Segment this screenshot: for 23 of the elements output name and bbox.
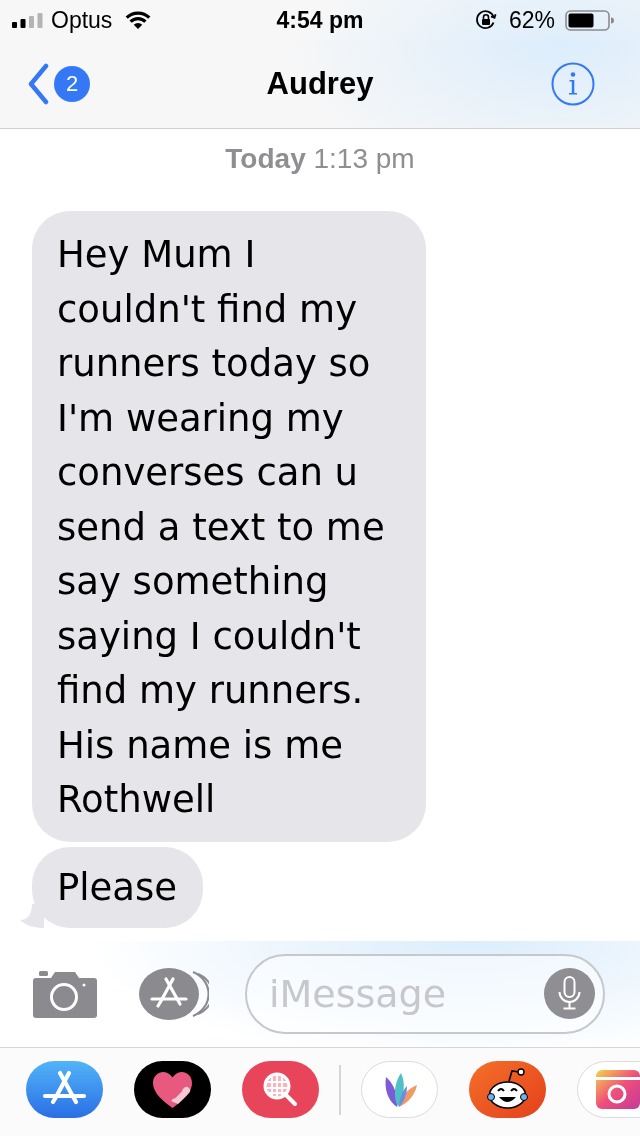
camera-frame-icon[interactable] [577, 1061, 640, 1118]
wifi-icon [124, 10, 153, 30]
laughing-face-icon[interactable] [469, 1061, 546, 1118]
unread-count-badge: 2 [54, 66, 90, 102]
back-button[interactable]: 2 [24, 61, 92, 107]
message-bubble: Hey Mum I couldn't find my runners today so I'm wearing my converses can u send a text to me say something saying I couldn't find my runners. His name is me Rothwell [32, 211, 426, 842]
contact-name: Audrey [266, 66, 374, 102]
signal-icon [12, 12, 43, 28]
status-time: 4:54 pm [276, 6, 364, 34]
rotation-lock-icon [474, 9, 497, 31]
globe-search-icon[interactable] [242, 1061, 319, 1118]
chevron-left-icon [26, 63, 50, 105]
apps-icon[interactable] [139, 968, 209, 1020]
info-icon[interactable] [551, 62, 595, 106]
carrier-name: Optus [51, 6, 113, 34]
app-store-icon[interactable] [26, 1061, 103, 1118]
microphone-icon[interactable] [544, 968, 595, 1019]
battery-icon [565, 9, 614, 31]
camera-icon[interactable] [33, 970, 97, 1018]
petals-icon[interactable] [361, 1061, 438, 1118]
heart-bandage-icon[interactable] [134, 1061, 211, 1118]
message-timestamp: Today 1:13 pm [225, 142, 415, 176]
battery-percent: 62% [508, 6, 555, 34]
